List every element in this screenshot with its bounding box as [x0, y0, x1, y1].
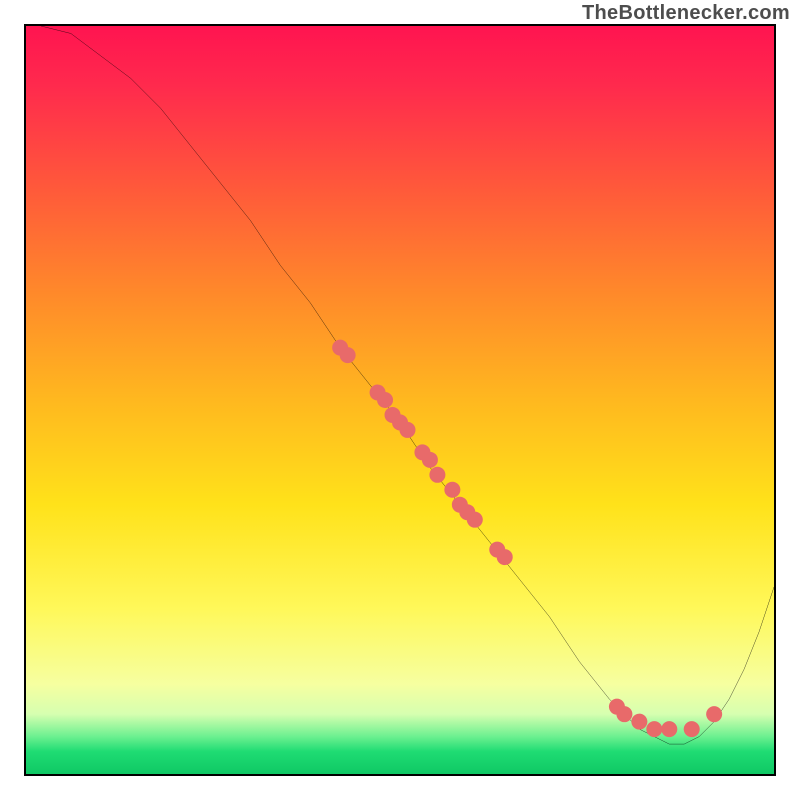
marker-point [706, 706, 722, 722]
marker-point [497, 549, 513, 565]
marker-point [399, 422, 415, 438]
marker-point [646, 721, 662, 737]
marker-point [684, 721, 700, 737]
marker-point [340, 347, 356, 363]
marker-point [377, 392, 393, 408]
markers-layer [332, 340, 722, 737]
attribution-label: TheBottlenecker.com [582, 2, 790, 25]
marker-point [444, 482, 460, 498]
bottleneck-curve [41, 26, 774, 744]
marker-point [616, 706, 632, 722]
chart-svg [26, 26, 774, 774]
plot-area [24, 24, 776, 776]
marker-point [429, 467, 445, 483]
marker-point [422, 452, 438, 468]
marker-point [467, 512, 483, 528]
marker-point [631, 714, 647, 730]
marker-point [661, 721, 677, 737]
chart-frame: TheBottlenecker.com [0, 0, 800, 800]
curve-layer [41, 26, 774, 744]
